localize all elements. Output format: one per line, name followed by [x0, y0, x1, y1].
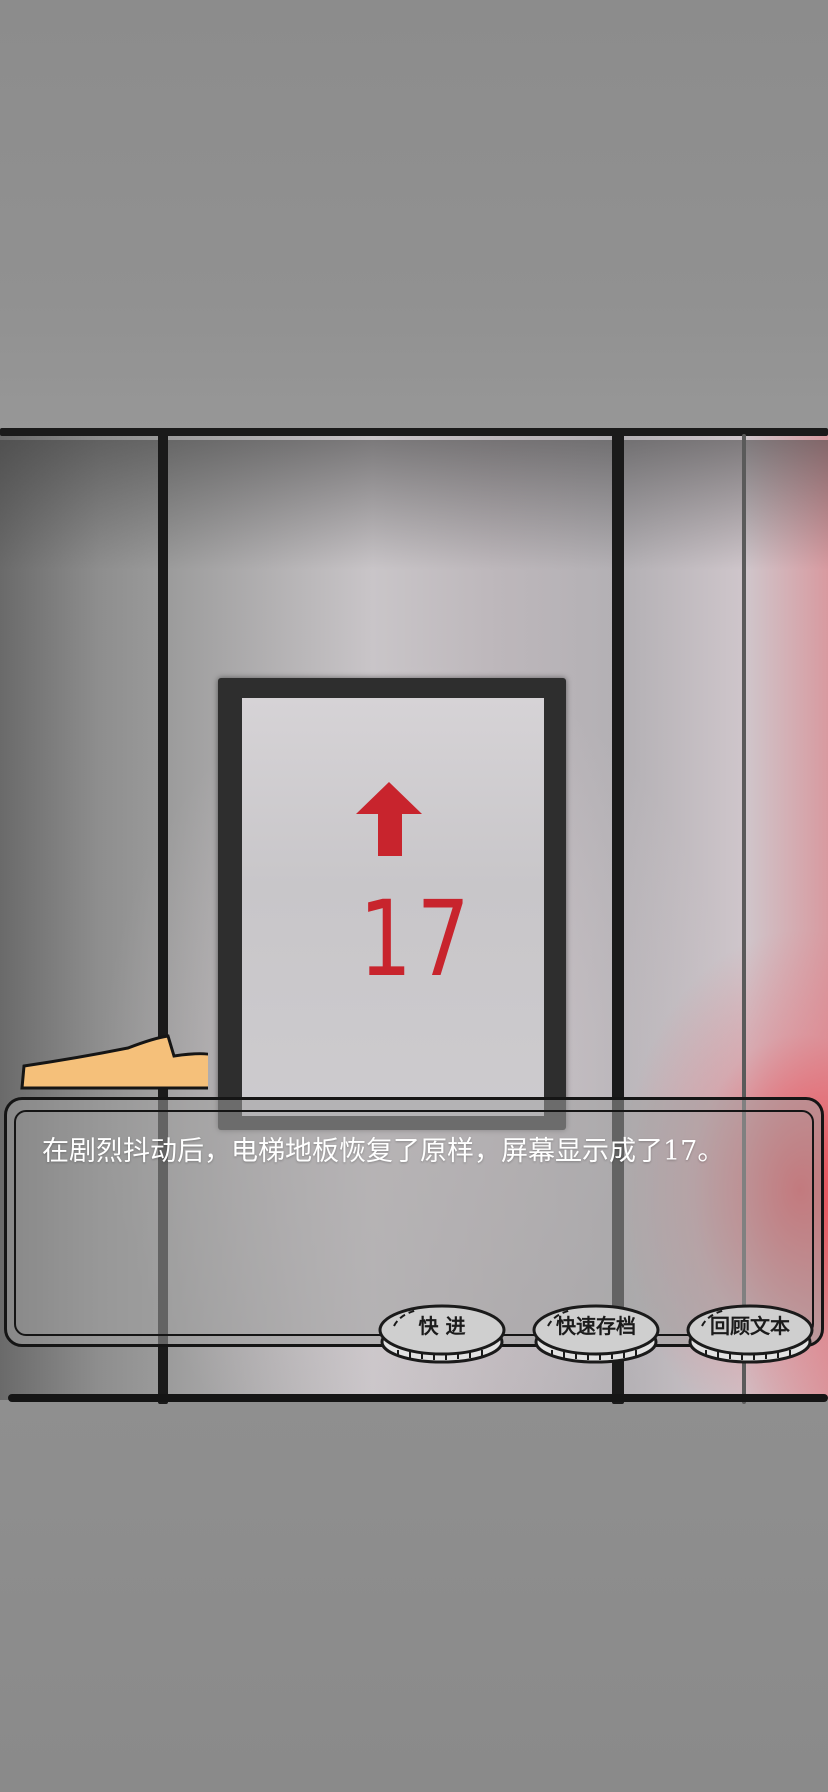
review-text-label: 回顾文本	[710, 1314, 790, 1338]
top-rail	[0, 428, 828, 436]
floor-line	[8, 1394, 828, 1402]
up-arrow-icon	[356, 782, 422, 856]
quick-save-button[interactable]: 快速存档	[532, 1300, 660, 1366]
floor-area	[0, 1400, 828, 1792]
fast-forward-label: 快 进	[418, 1314, 466, 1338]
review-text-button[interactable]: 回顾文本	[686, 1300, 814, 1366]
nameplate-tab	[20, 1034, 208, 1090]
dialog-text: 在剧烈抖动后，电梯地板恢复了原样，屏幕显示成了17。	[42, 1136, 725, 1167]
fast-forward-button[interactable]: 快 进	[378, 1300, 506, 1366]
quick-save-label: 快速存档	[556, 1314, 636, 1338]
game-scene: 17 在剧烈抖动后，电梯地板恢复了原样，屏幕显示成了17。 快 进 快速存档 回…	[0, 0, 828, 1792]
wall-shadow	[0, 440, 828, 570]
ceiling-area	[0, 0, 828, 430]
floor-number: 17	[359, 878, 475, 1000]
